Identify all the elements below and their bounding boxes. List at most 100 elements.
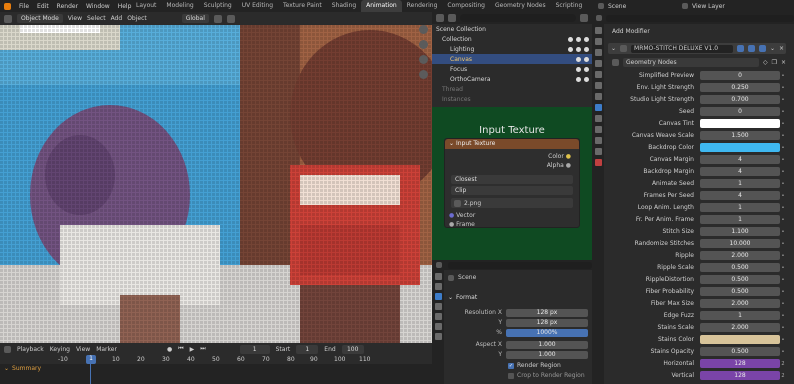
end-frame-field[interactable]: 100: [341, 344, 364, 354]
field-value[interactable]: 128: [700, 359, 780, 368]
resolution-percent-field[interactable]: % 1000%: [446, 328, 588, 337]
aspect-x-field[interactable]: Aspect X 1.000: [446, 340, 588, 349]
record-icon[interactable]: ●: [167, 346, 172, 353]
node-group-selector[interactable]: Geometry Nodes ◇ ❐ ×: [608, 57, 786, 68]
tab-layout[interactable]: Layout: [131, 0, 161, 12]
render-tab-icon[interactable]: [434, 283, 442, 290]
camera-icon[interactable]: [584, 46, 589, 52]
input-texture-node[interactable]: ⌄ Input Texture Color ● Alpha ● Closest …: [444, 138, 580, 228]
properties-editor-icon[interactable]: [436, 262, 442, 268]
socket-icon[interactable]: ●: [566, 162, 571, 169]
outliner-item-canvas[interactable]: Canvas: [432, 54, 592, 64]
jump-start-icon[interactable]: ⏮: [178, 345, 183, 353]
outliner-editor-icon[interactable]: [436, 14, 444, 22]
modifier-field-simplified-preview[interactable]: Simplified Preview 0 •: [606, 70, 786, 81]
timeline-editor-icon[interactable]: [4, 345, 11, 353]
field-value[interactable]: 128 px: [506, 308, 588, 317]
crop-region-checkbox[interactable]: Crop to Render Region: [508, 372, 585, 379]
chevron-down-icon[interactable]: ⌄: [611, 45, 616, 52]
pan-icon[interactable]: [418, 55, 428, 64]
tab-sculpting[interactable]: Sculpting: [199, 0, 237, 12]
keyframe-icon[interactable]: •: [780, 325, 786, 331]
modifier-name-input[interactable]: MRMO-STITCH DELUXE V1.0: [631, 44, 733, 53]
render-icon[interactable]: [758, 45, 766, 52]
tab-modeling[interactable]: Modeling: [161, 0, 198, 12]
menu-view[interactable]: View: [68, 15, 82, 22]
field-value[interactable]: 2.000: [700, 299, 780, 308]
field-value[interactable]: 0.500: [700, 275, 780, 284]
modifier-field-stains-scale[interactable]: Stains Scale 2.000 •: [606, 322, 786, 333]
play-icon[interactable]: ▶: [190, 346, 195, 353]
marker-menu[interactable]: Marker: [96, 346, 117, 353]
scene-name[interactable]: Scene: [608, 3, 678, 10]
tab-uv-editing[interactable]: UV Editing: [237, 0, 278, 12]
menu-select[interactable]: Select: [87, 15, 106, 22]
modifier-field-randomize-stitches[interactable]: Randomize Stitches 10.000 •: [606, 238, 786, 249]
transform-orientation-dropdown[interactable]: Global: [181, 14, 209, 23]
field-value[interactable]: 10.000: [700, 239, 780, 248]
keyframe-icon[interactable]: •: [780, 73, 786, 79]
keyframe-icon[interactable]: •: [780, 229, 786, 235]
dropdown-icon[interactable]: ⌄: [770, 45, 775, 52]
field-value[interactable]: 4: [700, 191, 780, 200]
modifier-field-stitch-size[interactable]: Stitch Size 1.100 •: [606, 226, 786, 237]
playback-menu[interactable]: Playback: [17, 346, 44, 353]
scene-tab-icon[interactable]: [434, 313, 442, 320]
modifier-field-backdrop-margin[interactable]: Backdrop Margin 4 •: [606, 166, 786, 177]
tab-texture-paint[interactable]: Texture Paint: [278, 0, 327, 12]
snap-icon[interactable]: [213, 14, 222, 23]
modifier-header[interactable]: ⌄ MRMO-STITCH DELUXE V1.0 ⌄ ×: [608, 43, 786, 54]
alpha-output[interactable]: Alpha ●: [445, 162, 579, 171]
tool-tab-icon[interactable]: [594, 27, 602, 34]
modifier-field-fiber-max-size[interactable]: Fiber Max Size 2.000 •: [606, 298, 786, 309]
current-frame-field[interactable]: 1: [239, 344, 270, 354]
modifier-field-ripple-scale[interactable]: Ripple Scale 0.500 •: [606, 262, 786, 273]
modifier-field-stains-color[interactable]: Stains Color •: [606, 334, 786, 345]
resolution-y-field[interactable]: Y 128 px: [446, 318, 588, 327]
outliner-item-lighting[interactable]: Lighting: [432, 44, 592, 54]
menu-render[interactable]: Render: [57, 3, 78, 10]
object-tab-icon[interactable]: [434, 333, 442, 340]
modifier-field-fiber-probability[interactable]: Fiber Probability 0.500 •: [606, 286, 786, 297]
menu-file[interactable]: File: [19, 3, 29, 10]
checkbox-icon[interactable]: ✓: [508, 362, 514, 369]
summary-channel[interactable]: ⌄ Summary: [0, 364, 432, 373]
modifier-field-canvas-margin[interactable]: Canvas Margin 4 •: [606, 154, 786, 165]
field-value[interactable]: 1.100: [700, 227, 780, 236]
image-selector[interactable]: 2.png: [451, 198, 573, 208]
object-tab-icon[interactable]: [594, 93, 602, 100]
keyframe-icon[interactable]: •: [780, 217, 786, 223]
field-value[interactable]: 1000%: [506, 328, 588, 337]
socket-icon[interactable]: ●: [566, 153, 571, 160]
orbit-icon[interactable]: [418, 25, 428, 34]
outliner-item-scene-collection[interactable]: Scene Collection: [432, 24, 592, 34]
field-value[interactable]: 0.500: [700, 287, 780, 296]
view-layer-name[interactable]: View Layer: [692, 3, 725, 10]
chevron-down-icon[interactable]: ⌄: [449, 140, 456, 147]
field-value[interactable]: 1: [700, 203, 780, 212]
format-panel-header[interactable]: ⌄ Format: [448, 294, 477, 301]
menu-add[interactable]: Add: [111, 15, 123, 22]
keyframe-icon[interactable]: •: [780, 289, 786, 295]
eye-icon[interactable]: [576, 36, 581, 42]
modifier-field-canvas-tint[interactable]: Canvas Tint •: [606, 118, 786, 129]
modifier-field-seed[interactable]: Seed 0 •: [606, 106, 786, 117]
close-icon[interactable]: ×: [779, 45, 786, 52]
scene-tab-icon[interactable]: [594, 71, 602, 78]
camera-icon[interactable]: [584, 56, 589, 62]
display-mode-icon[interactable]: [448, 14, 456, 22]
playhead[interactable]: 1: [86, 355, 96, 364]
modifier-field-studio-light-strength[interactable]: Studio Light Strength 0.700 •: [606, 94, 786, 105]
tab-compositing[interactable]: Compositing: [442, 0, 490, 12]
camera-icon[interactable]: [584, 66, 589, 72]
keyframe-icon[interactable]: •: [780, 277, 786, 283]
aspect-y-field[interactable]: Y 1.000: [446, 350, 588, 359]
modifier-field-loop-anim-length[interactable]: Loop Anim. Length 1 •: [606, 202, 786, 213]
keyframe-icon[interactable]: •: [780, 109, 786, 115]
modifier-field-backdrop-color[interactable]: Backdrop Color •: [606, 142, 786, 153]
field-value[interactable]: 4: [700, 155, 780, 164]
particles-tab-icon[interactable]: [594, 115, 602, 122]
modifier-field-stains-opacity[interactable]: Stains Opacity 0.500 •: [606, 346, 786, 357]
field-value[interactable]: [700, 335, 780, 344]
field-value[interactable]: 1: [700, 215, 780, 224]
